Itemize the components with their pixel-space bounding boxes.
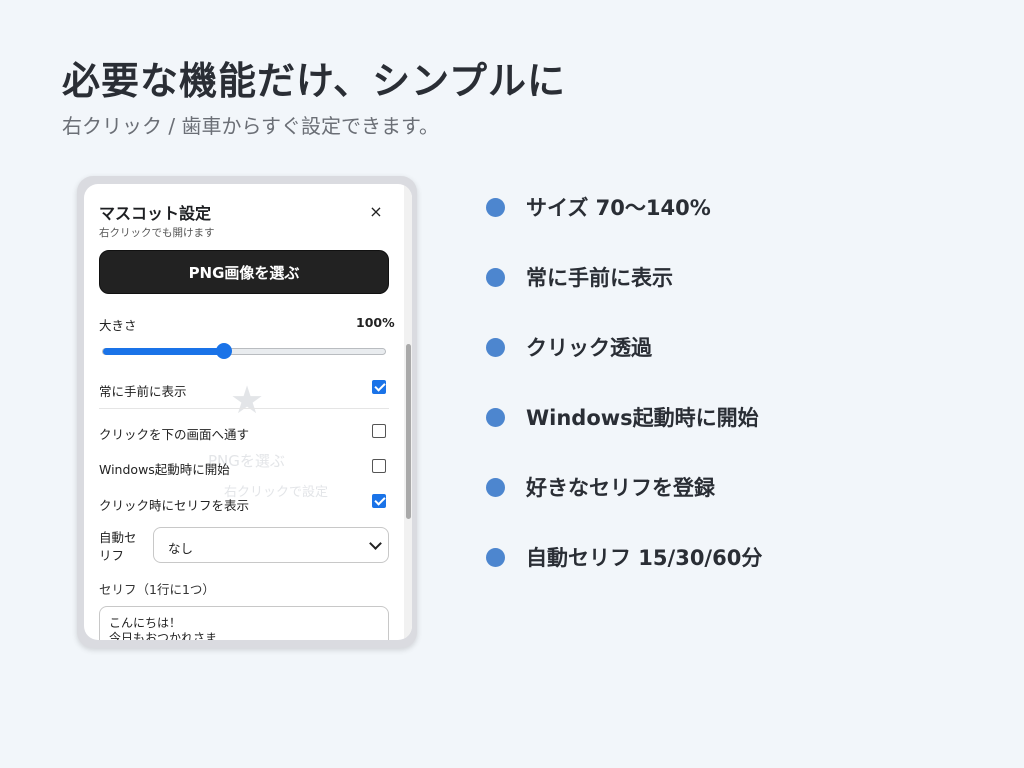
serif-list-label: セリフ（1行に1つ）: [99, 582, 215, 597]
always-on-top-checkbox[interactable]: [372, 380, 386, 394]
feature-item: Windows起動時に開始: [486, 402, 759, 432]
feature-text: クリック透過: [526, 336, 652, 360]
feature-text: 好きなセリフを登録: [526, 476, 715, 500]
show-serif-on-click-checkbox[interactable]: [372, 494, 386, 508]
feature-text: 常に手前に表示: [526, 266, 673, 290]
feature-text: サイズ 70〜140%: [526, 196, 711, 220]
bullet-dot-icon: [486, 477, 505, 497]
feature-item: クリック透過: [486, 332, 652, 362]
page-title: 必要な機能だけ、シンプルに: [62, 59, 566, 103]
bullet-dot-icon: [486, 267, 505, 287]
click-through-checkbox[interactable]: [372, 424, 386, 438]
auto-serif-value: なし: [168, 541, 194, 556]
panel-title: マスコット設定: [99, 204, 212, 223]
feature-item: 常に手前に表示: [486, 262, 673, 292]
size-slider[interactable]: [102, 343, 386, 359]
serif-list-textarea[interactable]: こんにちは！ 今日もおつかれさま: [99, 606, 389, 640]
auto-serif-label: 自動セリフ: [99, 530, 137, 563]
chevron-down-icon: [369, 537, 382, 550]
start-on-boot-label: Windows起動時に開始: [99, 462, 230, 477]
bullet-dot-icon: [486, 197, 505, 217]
size-label: 大きさ: [99, 318, 137, 333]
size-slider-fill: [103, 348, 225, 355]
feature-item: サイズ 70〜140%: [486, 192, 711, 222]
bullet-dot-icon: [486, 407, 505, 427]
page-subtitle: 右クリック / 歯車からすぐ設定できます。: [62, 114, 440, 138]
start-on-boot-checkbox[interactable]: [372, 459, 386, 473]
always-on-top-label: 常に手前に表示: [99, 384, 187, 399]
feature-text: Windows起動時に開始: [526, 406, 759, 430]
click-through-label: クリックを下の画面へ通す: [99, 427, 250, 442]
divider: [99, 408, 389, 409]
feature-text: 自動セリフ 15/30/60分: [526, 546, 763, 570]
pick-png-button[interactable]: PNG画像を選ぶ: [99, 250, 389, 294]
panel-subtitle: 右クリックでも開けます: [99, 227, 215, 239]
panel-scrollbar-thumb[interactable]: [406, 344, 411, 519]
settings-panel: マスコット設定 右クリックでも開けます × PNG画像を選ぶ 大きさ 100% …: [84, 184, 406, 640]
close-icon[interactable]: ×: [367, 202, 385, 222]
auto-serif-select[interactable]: なし: [153, 527, 389, 563]
mascot-settings-window: ★ PNGを選ぶ 右クリックで設定 マスコット設定 右クリックでも開けます × …: [84, 184, 412, 640]
feature-item: 自動セリフ 15/30/60分: [486, 542, 762, 572]
bullet-dot-icon: [486, 337, 505, 357]
size-value: 100%: [356, 315, 395, 330]
size-slider-thumb[interactable]: [216, 343, 233, 359]
bullet-dot-icon: [486, 547, 505, 567]
show-serif-on-click-label: クリック時にセリフを表示: [99, 498, 250, 513]
feature-item: 好きなセリフを登録: [486, 472, 715, 502]
